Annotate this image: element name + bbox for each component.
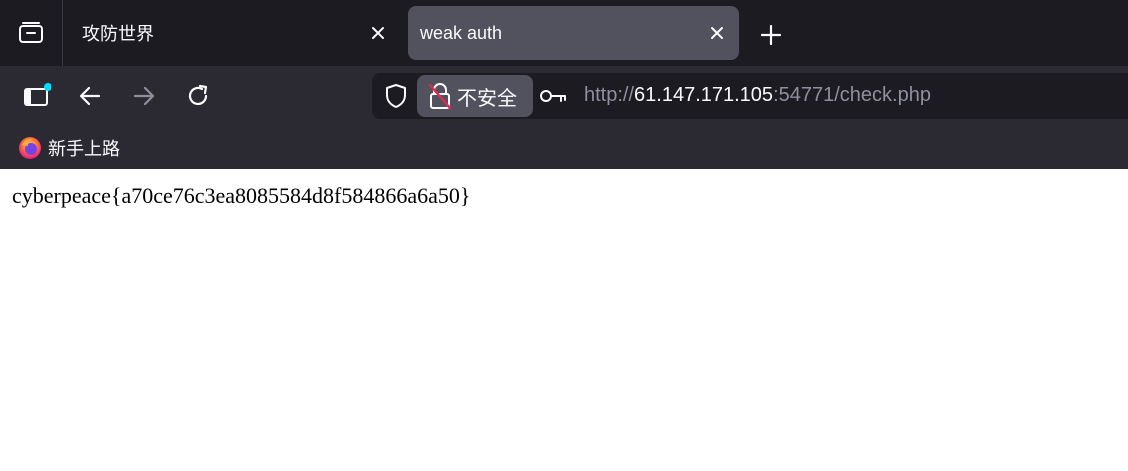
back-arrow-icon (79, 86, 101, 106)
close-tab-button[interactable] (368, 23, 388, 43)
bookmark-label: 新手上路 (48, 139, 120, 159)
reload-icon (188, 84, 208, 105)
new-tab-button[interactable] (756, 20, 786, 50)
tab-list-icon (19, 22, 43, 43)
url-host: 61.147.171.105 (634, 84, 774, 106)
security-status-label: 不安全 (457, 87, 517, 110)
close-tab-button[interactable] (707, 23, 727, 43)
bookmark-item[interactable]: 新手上路 (18, 135, 120, 161)
key-icon (540, 90, 566, 102)
close-icon (711, 27, 723, 39)
tab-list-button[interactable] (0, 0, 63, 66)
reload-button[interactable] (182, 80, 214, 112)
sidebar-icon (24, 83, 51, 106)
navigation-toolbar: 不安全 http://61.147.171.105:54771/check.ph… (0, 66, 1128, 126)
site-security-button[interactable]: 不安全 (417, 75, 533, 117)
forward-button[interactable] (128, 80, 160, 112)
url-scheme: http:// (584, 84, 635, 106)
flag-text: cyberpeace{a70ce76c3ea8085584d8f584866a6… (12, 183, 471, 208)
back-button[interactable] (74, 80, 106, 112)
tab-title: weak auth (420, 22, 503, 43)
url-path: :54771/check.php (773, 84, 931, 106)
tab-weak-auth[interactable]: weak auth (408, 6, 739, 60)
url-bar[interactable]: 不安全 http://61.147.171.105:54771/check.ph… (372, 73, 1128, 119)
forward-arrow-icon (133, 86, 155, 106)
firefox-icon (19, 137, 41, 159)
close-icon (372, 27, 384, 39)
tracking-protection-button[interactable] (380, 81, 412, 111)
saved-passwords-button[interactable] (538, 83, 568, 109)
insecure-lock-icon (428, 83, 452, 110)
tab-strip: 攻防世界 weak auth (0, 0, 1128, 66)
shield-icon (386, 84, 406, 108)
sidebar-button[interactable] (20, 80, 52, 112)
page-content: cyberpeace{a70ce76c3ea8085584d8f584866a6… (0, 169, 1128, 471)
plus-icon (761, 25, 781, 45)
tab-title: 攻防世界 (82, 24, 154, 44)
url-text[interactable]: http://61.147.171.105:54771/check.php (584, 84, 931, 107)
tab-gongfang[interactable]: 攻防世界 (64, 6, 400, 60)
bookmarks-toolbar: 新手上路 (0, 126, 1128, 169)
